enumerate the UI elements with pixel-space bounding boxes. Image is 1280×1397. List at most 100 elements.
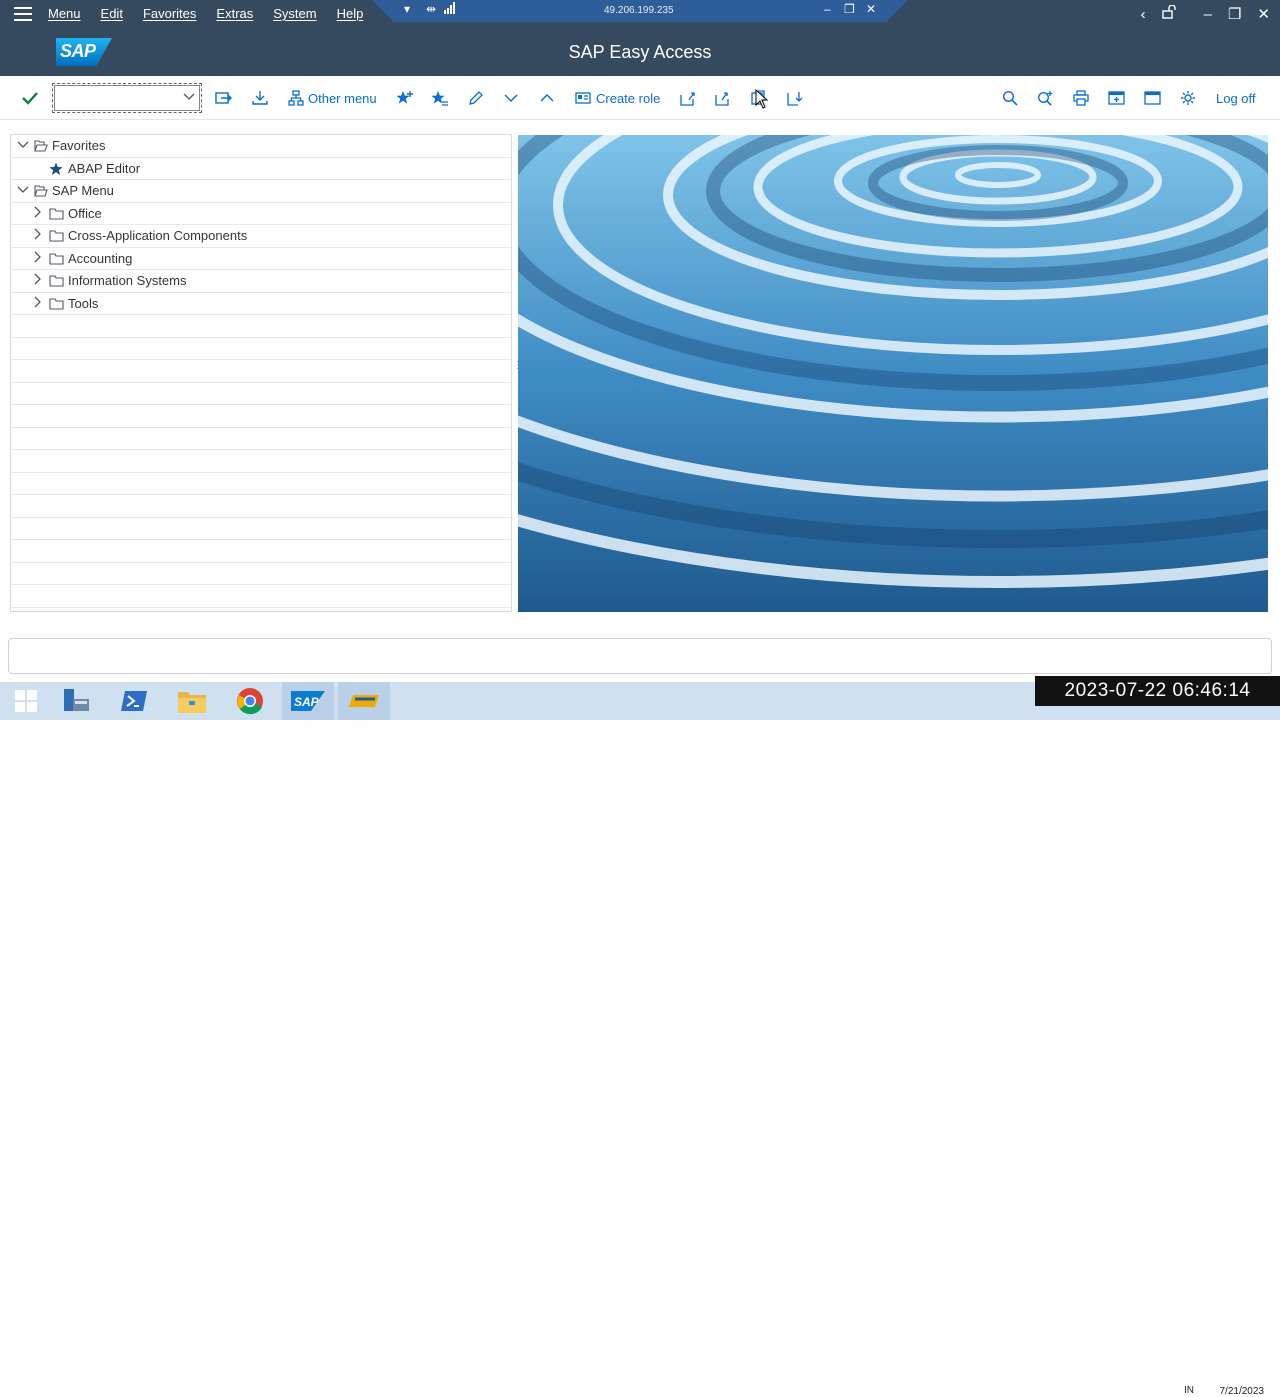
search-next-icon[interactable] xyxy=(1037,76,1055,120)
tree-label-accounting: Accounting xyxy=(68,250,133,266)
upload-role-icon[interactable] xyxy=(679,76,697,120)
tree-empty-row xyxy=(11,383,511,405)
other-menu-button[interactable]: Other menu xyxy=(288,76,377,120)
chevron-down-icon[interactable] xyxy=(17,140,29,152)
tree-empty-row xyxy=(11,473,511,495)
command-input[interactable] xyxy=(55,86,175,110)
hamburger-icon[interactable] xyxy=(0,0,46,28)
add-favorite-icon[interactable] xyxy=(396,76,414,120)
sap-logon-icon[interactable]: SAP xyxy=(282,682,334,720)
chevron-right-icon[interactable] xyxy=(34,273,42,288)
create-role-label: Create role xyxy=(596,90,661,106)
other-menu-label: Other menu xyxy=(308,90,377,106)
tree-node-accounting[interactable]: Accounting xyxy=(11,248,511,270)
download-role-icon[interactable] xyxy=(786,76,804,120)
server-manager-icon[interactable] xyxy=(50,682,102,720)
folder-open-icon xyxy=(34,185,48,200)
rdp-close-icon[interactable]: ✕ xyxy=(866,2,876,16)
create-role-button[interactable]: Create role xyxy=(575,76,660,120)
tree-empty-row xyxy=(11,495,511,518)
tree-empty-row xyxy=(11,563,511,585)
id-card-icon xyxy=(575,92,591,104)
download-icon[interactable] xyxy=(251,76,269,120)
tree-node-abap-editor[interactable]: ABAP Editor xyxy=(11,158,511,180)
page-title: SAP Easy Access xyxy=(568,42,712,62)
tree-label-sap-menu: SAP Menu xyxy=(52,183,114,199)
enter-checkmark-icon[interactable] xyxy=(22,76,38,120)
edit-favorites-icon[interactable] xyxy=(431,76,449,120)
export-role-icon[interactable] xyxy=(714,76,732,120)
folder-icon xyxy=(49,275,64,290)
minimize-icon[interactable]: – xyxy=(1204,6,1212,23)
folder-icon xyxy=(49,297,64,313)
maximize-icon[interactable]: ❐ xyxy=(1228,5,1241,23)
move-down-icon[interactable] xyxy=(504,76,518,120)
file-explorer-icon[interactable] xyxy=(166,682,218,720)
tray-date[interactable]: 7/21/2023 xyxy=(1220,1386,1265,1397)
pin-dropdown-icon[interactable]: ▾ xyxy=(404,2,410,16)
tree-empty-row xyxy=(11,585,511,608)
tree-empty-row xyxy=(11,428,511,450)
tree-label-office: Office xyxy=(68,205,102,221)
menu-item-help[interactable]: Help xyxy=(327,0,374,28)
tree-node-favorites[interactable]: Favorites xyxy=(11,135,511,158)
tree-label-abap-editor: ABAP Editor xyxy=(68,160,141,176)
settings-icon[interactable] xyxy=(1180,76,1196,120)
print-icon[interactable] xyxy=(1073,76,1089,120)
search-icon[interactable] xyxy=(1002,76,1018,120)
folder-open-icon xyxy=(34,140,48,155)
remote-ip: 49.206.199.235 xyxy=(604,5,674,16)
pencil-icon[interactable] xyxy=(468,76,484,120)
tree-empty-row xyxy=(11,315,511,338)
water-ripple-image xyxy=(518,135,1268,612)
chevron-right-icon[interactable] xyxy=(34,251,42,266)
chevron-right-icon[interactable] xyxy=(34,296,42,311)
tree-node-sap-menu[interactable]: SAP Menu xyxy=(11,180,511,203)
windows-start-icon[interactable] xyxy=(0,682,52,720)
powershell-icon[interactable] xyxy=(108,682,160,720)
close-icon[interactable]: ✕ xyxy=(1257,5,1270,23)
command-field[interactable] xyxy=(52,83,202,113)
welcome-image xyxy=(518,135,1268,612)
chevron-right-icon[interactable] xyxy=(34,206,42,221)
tree-label-cross-application: Cross-Application Components xyxy=(68,228,248,244)
chevron-right-icon[interactable] xyxy=(34,228,42,243)
move-up-icon[interactable] xyxy=(540,76,554,120)
keyboard-language[interactable]: IN xyxy=(1184,1385,1194,1396)
menu-item-favorites[interactable]: Favorites xyxy=(133,0,206,28)
tree-node-tools[interactable]: Tools xyxy=(11,293,511,315)
chevron-down-icon[interactable] xyxy=(183,90,195,104)
mouse-cursor-icon xyxy=(755,88,769,114)
pane-splitter[interactable]: ⋮ xyxy=(513,361,523,376)
chrome-icon[interactable] xyxy=(224,682,276,720)
menu-item-menu[interactable]: Menu xyxy=(46,0,91,28)
tree-node-cross-application[interactable]: Cross-Application Components xyxy=(11,225,511,248)
rdp-minimize-icon[interactable]: – xyxy=(824,2,831,16)
tree-empty-row xyxy=(11,540,511,563)
unlock-icon[interactable] xyxy=(1161,4,1176,23)
menu-item-edit[interactable]: Edit xyxy=(91,0,133,28)
tree-empty-row xyxy=(11,518,511,540)
tree-node-information-systems[interactable]: Information Systems xyxy=(11,270,511,293)
folder-icon xyxy=(49,207,64,223)
chevron-down-icon[interactable] xyxy=(17,185,29,197)
video-timestamp-overlay: 2023-07-22 06:46:14 xyxy=(1035,676,1280,706)
svg-text:SAP: SAP xyxy=(294,695,320,709)
log-off-button[interactable]: Log off xyxy=(1216,76,1256,120)
tree-node-office[interactable]: Office xyxy=(11,203,511,225)
menu: Menu Edit Favorites Extras System Help xyxy=(0,0,373,28)
open-folder-icon[interactable] xyxy=(215,76,233,120)
window-icon[interactable] xyxy=(1144,76,1162,120)
rdp-restore-icon[interactable]: ❐ xyxy=(844,2,855,16)
shell-header: SAP Easy Access SAP xyxy=(0,28,1280,76)
sap-gui-icon[interactable] xyxy=(338,682,390,720)
back-icon[interactable]: ‹ xyxy=(1141,6,1146,23)
new-session-icon[interactable] xyxy=(1108,76,1126,120)
remote-connection-bar: ▾ ⇹ 49.206.199.235 – ❐ ✕ xyxy=(372,0,908,22)
hierarchy-icon xyxy=(288,90,304,106)
navigation-tree: Favorites ABAP Editor SAP Menu Office Cr… xyxy=(10,134,512,612)
star-icon xyxy=(49,162,63,179)
menu-item-system[interactable]: System xyxy=(263,0,326,28)
connection-icon[interactable]: ⇹ xyxy=(426,2,436,16)
menu-item-extras[interactable]: Extras xyxy=(206,0,263,28)
